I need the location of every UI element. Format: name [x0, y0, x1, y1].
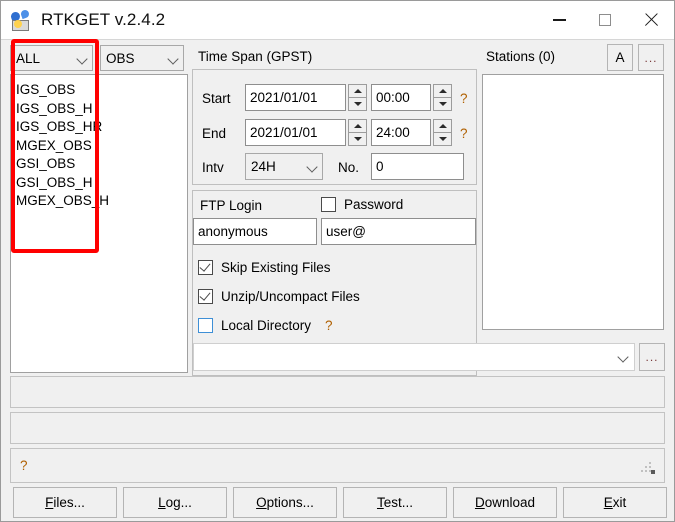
- list-item[interactable]: GSI_OBS: [11, 155, 187, 174]
- chevron-down-icon: [72, 46, 92, 70]
- chevron-down-icon: [302, 154, 322, 179]
- list-item[interactable]: IGS_OBS_H: [11, 100, 187, 119]
- local-directory-checkbox[interactable]: Local Directory ?: [198, 318, 333, 333]
- end-time-spinner[interactable]: [433, 119, 452, 146]
- progress-panel-1: [10, 376, 665, 408]
- window-controls: [536, 1, 674, 39]
- download-button-label: Download: [474, 495, 536, 510]
- download-button[interactable]: Download: [453, 487, 557, 518]
- stations-title: Stations (0): [486, 49, 556, 64]
- checkbox-icon: [321, 197, 336, 212]
- options-button-label: Options...: [256, 495, 314, 510]
- data-kind-combo-value: OBS: [106, 50, 135, 66]
- options-button[interactable]: Options...: [233, 487, 337, 518]
- data-type-combo-value: ALL: [16, 50, 41, 66]
- skip-existing-label: Skip Existing Files: [221, 260, 331, 275]
- checkbox-checked-icon: [198, 289, 213, 304]
- time-span-title: Time Span (GPST): [195, 49, 316, 64]
- client-area: ALL OBS IGS_OBS IGS_OBS_H IGS_OBS_HR MGE…: [1, 39, 674, 521]
- stations-all-button[interactable]: A: [607, 44, 633, 71]
- spin-up-icon[interactable]: [433, 84, 452, 98]
- chevron-down-icon: [614, 344, 634, 370]
- intv-combo-value: 24H: [251, 159, 276, 174]
- title-bar: RTKGET v.2.4.2: [1, 1, 674, 39]
- maximize-icon: [599, 14, 611, 26]
- list-item[interactable]: IGS_OBS: [11, 81, 187, 100]
- start-date-input[interactable]: 2021/01/01: [245, 84, 346, 111]
- rtkget-window: RTKGET v.2.4.2 ALL OBS IGS_OBS IGS_OBS_H…: [0, 0, 675, 522]
- exit-button[interactable]: Exit: [563, 487, 667, 518]
- start-label: Start: [202, 91, 231, 106]
- data-kind-combo[interactable]: OBS: [100, 45, 184, 71]
- exit-button-label: Exit: [603, 495, 627, 510]
- minimize-button[interactable]: [536, 1, 582, 39]
- password-checkbox-label: Password: [344, 197, 404, 212]
- spin-up-icon[interactable]: [433, 119, 452, 133]
- browse-button[interactable]: ...: [639, 343, 665, 371]
- close-icon: [644, 13, 658, 27]
- list-item[interactable]: GSI_OBS_H: [11, 174, 187, 193]
- no-input[interactable]: 0: [371, 153, 464, 180]
- resize-grip-icon[interactable]: [641, 460, 657, 476]
- status-bar: [10, 448, 665, 483]
- start-time-input[interactable]: 00:00: [371, 84, 431, 111]
- local-directory-help-icon[interactable]: ?: [325, 318, 333, 333]
- close-button[interactable]: [628, 1, 674, 39]
- stations-all-button-label: A: [615, 50, 625, 65]
- test-button-label: Test...: [376, 495, 413, 510]
- files-button-label: Files...: [45, 495, 85, 510]
- progress-panel-2: [10, 412, 665, 444]
- local-directory-label: Local Directory: [221, 318, 312, 333]
- start-date-spinner[interactable]: [348, 84, 367, 111]
- unzip-checkbox[interactable]: Unzip/Uncompact Files: [198, 289, 360, 304]
- end-help-icon[interactable]: ?: [460, 126, 468, 141]
- log-button-label: Log...: [158, 495, 192, 510]
- intv-combo[interactable]: 24H: [245, 153, 323, 180]
- spin-up-icon[interactable]: [348, 119, 367, 133]
- stations-listbox[interactable]: [482, 74, 664, 330]
- ftp-user-input[interactable]: anonymous: [193, 218, 317, 245]
- spin-down-icon[interactable]: [348, 98, 367, 111]
- status-help-icon[interactable]: ?: [20, 458, 28, 473]
- spin-down-icon[interactable]: [433, 98, 452, 111]
- list-item[interactable]: IGS_OBS_HR: [11, 118, 187, 137]
- data-source-listbox[interactable]: IGS_OBS IGS_OBS_H IGS_OBS_HR MGEX_OBS GS…: [10, 74, 188, 373]
- end-date-spinner[interactable]: [348, 119, 367, 146]
- end-date-input[interactable]: 2021/01/01: [245, 119, 346, 146]
- stations-more-button-label: ...: [644, 50, 658, 65]
- browse-button-label: ...: [645, 350, 659, 364]
- stations-more-button[interactable]: ...: [638, 44, 664, 71]
- password-checkbox[interactable]: Password: [321, 197, 403, 212]
- spin-down-icon[interactable]: [433, 133, 452, 146]
- local-path-combo[interactable]: [193, 343, 635, 371]
- data-type-combo[interactable]: ALL: [10, 45, 93, 71]
- intv-label: Intv: [202, 160, 224, 175]
- start-time-spinner[interactable]: [433, 84, 452, 111]
- ftp-password-input[interactable]: user@: [321, 218, 476, 245]
- log-button[interactable]: Log...: [123, 487, 227, 518]
- list-item[interactable]: MGEX_OBS: [11, 137, 187, 156]
- checkbox-icon: [198, 318, 213, 333]
- list-item[interactable]: MGEX_OBS_H: [11, 192, 187, 211]
- spin-up-icon[interactable]: [348, 84, 367, 98]
- start-help-icon[interactable]: ?: [460, 91, 468, 106]
- maximize-button[interactable]: [582, 1, 628, 39]
- unzip-label: Unzip/Uncompact Files: [221, 289, 360, 304]
- end-time-input[interactable]: 24:00: [371, 119, 431, 146]
- skip-existing-checkbox[interactable]: Skip Existing Files: [198, 260, 331, 275]
- window-title: RTKGET v.2.4.2: [41, 10, 166, 29]
- no-label: No.: [338, 160, 360, 175]
- minimize-icon: [552, 19, 566, 21]
- app-icon: [9, 8, 32, 31]
- test-button[interactable]: Test...: [343, 487, 447, 518]
- checkbox-checked-icon: [198, 260, 213, 275]
- files-button[interactable]: Files...: [13, 487, 117, 518]
- end-label: End: [202, 126, 227, 141]
- spin-down-icon[interactable]: [348, 133, 367, 146]
- ftp-login-label: FTP Login: [200, 198, 263, 213]
- chevron-down-icon: [163, 46, 183, 70]
